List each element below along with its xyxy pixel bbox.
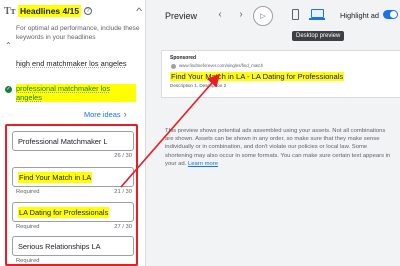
headline-field-value: Professional Matchmaker L bbox=[18, 136, 108, 146]
preview-disclaimer: This preview shows potential ads assembl… bbox=[165, 127, 391, 168]
sponsored-label: Sponsored bbox=[170, 55, 197, 61]
help-icon[interactable]: ? bbox=[84, 7, 93, 15]
keyword-suggestion[interactable]: professional matchmaker los angeles bbox=[16, 84, 136, 102]
play-icon: ▷ bbox=[260, 13, 266, 20]
text-format-icon: Tт bbox=[4, 5, 16, 17]
headline-field-value: Serious Relationships LA bbox=[18, 241, 101, 251]
keyword-tip: For optimal ad performance, include thes… bbox=[16, 25, 140, 41]
headlines-header[interactable]: Tт Headlines 4/15 ? ^ bbox=[4, 2, 142, 20]
headlines-panel: Tт Headlines 4/15 ? ^ ⌃ For optimal ad p… bbox=[0, 0, 145, 266]
desktop-preview-tooltip: Desktop preview bbox=[292, 31, 345, 41]
learn-more-link[interactable]: Learn more bbox=[188, 161, 218, 167]
ad-headline: Find Your Match in LA - LA Dating for Pr… bbox=[170, 72, 345, 81]
headline-field[interactable]: Serious Relationships LA bbox=[12, 236, 134, 256]
chevron-right-icon: › bbox=[123, 109, 127, 119]
field-status: Required bbox=[16, 258, 40, 264]
highlight-ad-toggle[interactable] bbox=[383, 10, 398, 19]
more-ideas-link[interactable]: More ideas › bbox=[84, 109, 127, 119]
ad-description: Description 1. Description 2 bbox=[170, 83, 227, 88]
field-status: Required bbox=[16, 224, 40, 230]
headline-field[interactable]: Find Your Match in LA bbox=[12, 167, 134, 187]
favicon-icon bbox=[171, 64, 176, 69]
headline-field[interactable]: LA Dating for Professionals bbox=[12, 202, 134, 222]
headline-field-meta: 26 / 30 bbox=[16, 153, 132, 159]
char-count: 26 / 30 bbox=[114, 153, 132, 159]
check-circle-icon: ✓ bbox=[5, 86, 12, 93]
keyword-tip-icon: ⌃ bbox=[5, 41, 12, 50]
headlines-title: Headlines 4/15 bbox=[18, 5, 82, 17]
ad-preview-card: Sponsored www.findmeforever.com/singles/… bbox=[169, 54, 395, 94]
char-count: 27 / 30 bbox=[114, 224, 132, 230]
play-button[interactable]: ▷ bbox=[253, 6, 273, 26]
desktop-preview-icon[interactable] bbox=[309, 9, 325, 20]
more-ideas-label: More ideas bbox=[84, 109, 121, 119]
headline-field-meta: Required bbox=[16, 258, 132, 264]
preview-toolbar: Preview ‹ › ▷ Highlight ad bbox=[146, 0, 400, 34]
preview-panel: Preview ‹ › ▷ Highlight ad Desktop previ… bbox=[145, 0, 400, 266]
chevron-right-icon[interactable]: › bbox=[234, 9, 248, 20]
highlight-ad-label: Highlight ad bbox=[340, 11, 380, 20]
headline-field-meta: Required 27 / 30 bbox=[16, 224, 132, 230]
headline-field-value: LA Dating for Professionals bbox=[18, 206, 110, 218]
headline-field-meta: Required 21 / 30 bbox=[16, 189, 132, 195]
char-count: 21 / 30 bbox=[114, 189, 132, 195]
headline-field[interactable]: Professional Matchmaker L bbox=[12, 131, 134, 151]
headline-field-value: Find Your Match in LA bbox=[18, 171, 93, 183]
field-status: Required bbox=[16, 189, 40, 195]
chevron-up-icon[interactable]: ^ bbox=[136, 6, 142, 16]
chevron-left-icon[interactable]: ‹ bbox=[213, 9, 227, 20]
mobile-preview-icon[interactable] bbox=[292, 9, 299, 20]
preview-title: Preview bbox=[165, 11, 198, 21]
ad-display-url: www.findmeforever.com/singles/find_match bbox=[179, 63, 264, 68]
keyword-suggestion[interactable]: high end matchmaker los angeles bbox=[16, 59, 136, 68]
